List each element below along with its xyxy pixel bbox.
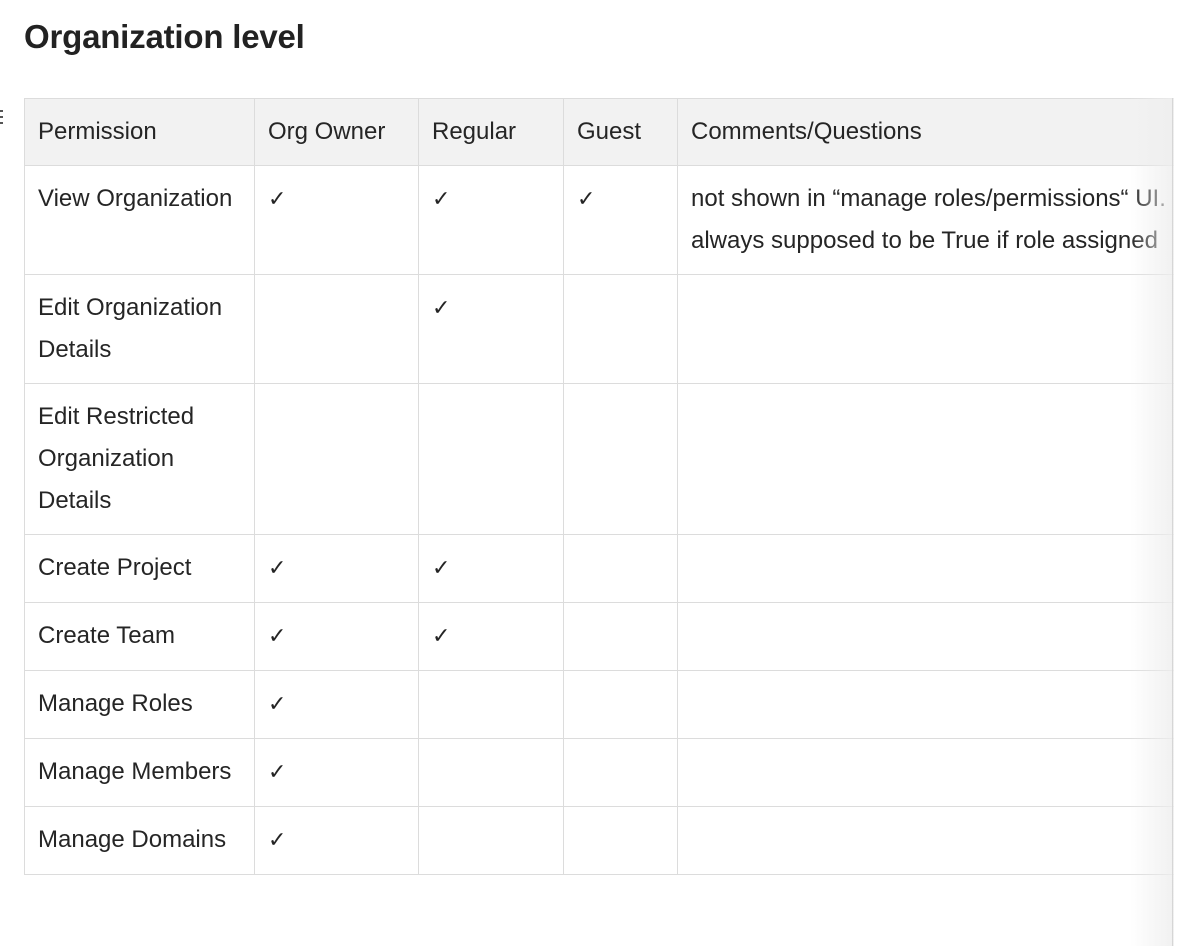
cell-regular[interactable]: ✓ <box>418 274 564 384</box>
cell-guest[interactable] <box>563 738 678 807</box>
cell-regular[interactable] <box>418 670 564 739</box>
column-header-comments[interactable]: Comments/Questions <box>677 98 1174 166</box>
cell-regular[interactable]: ✓ <box>418 602 564 671</box>
check-icon: ✓ <box>268 624 287 649</box>
check-icon: ✓ <box>577 187 596 212</box>
cell-permission[interactable]: Edit Restricted Organization Details <box>24 383 255 535</box>
cell-org-owner[interactable]: ✓ <box>254 738 419 807</box>
cell-org-owner[interactable] <box>254 383 419 535</box>
check-icon: ✓ <box>268 692 287 717</box>
cell-regular[interactable] <box>418 383 564 535</box>
cell-regular[interactable] <box>418 806 564 875</box>
page: Organization level Permission Org Owner … <box>0 0 1200 946</box>
table-header-row: Permission Org Owner Regular Guest Comme… <box>24 98 1174 166</box>
cell-guest[interactable] <box>563 383 678 535</box>
cell-regular[interactable]: ✓ <box>418 165 564 275</box>
cell-guest[interactable]: ✓ <box>563 165 678 275</box>
drag-handle-icon[interactable] <box>0 110 3 124</box>
check-icon: ✓ <box>432 296 451 321</box>
column-header-permission[interactable]: Permission <box>24 98 255 166</box>
table-row: Manage Roles ✓ <box>24 670 1174 739</box>
cell-org-owner[interactable]: ✓ <box>254 670 419 739</box>
table-right-edge-divider <box>1172 98 1173 946</box>
permissions-table-container[interactable]: Permission Org Owner Regular Guest Comme… <box>24 98 1174 946</box>
cell-org-owner[interactable]: ✓ <box>254 165 419 275</box>
cell-comments[interactable]: not shown in “manage roles/permissions“ … <box>677 165 1174 275</box>
cell-guest[interactable] <box>563 534 678 603</box>
cell-permission[interactable]: Create Team <box>24 602 255 671</box>
permissions-table: Permission Org Owner Regular Guest Comme… <box>24 98 1174 875</box>
cell-comments[interactable] <box>677 806 1174 875</box>
column-header-guest[interactable]: Guest <box>563 98 678 166</box>
cell-org-owner[interactable]: ✓ <box>254 602 419 671</box>
cell-permission[interactable]: View Organization <box>24 165 255 275</box>
table-row: View Organization ✓ ✓ ✓ not shown in “ma… <box>24 165 1174 275</box>
cell-org-owner[interactable]: ✓ <box>254 534 419 603</box>
column-header-org-owner[interactable]: Org Owner <box>254 98 419 166</box>
table-row: Create Project ✓ ✓ <box>24 534 1174 603</box>
cell-guest[interactable] <box>563 274 678 384</box>
table-row: Edit Organization Details ✓ <box>24 274 1174 384</box>
cell-comments[interactable] <box>677 738 1174 807</box>
table-row: Manage Domains ✓ <box>24 806 1174 875</box>
check-icon: ✓ <box>432 624 451 649</box>
column-header-regular[interactable]: Regular <box>418 98 564 166</box>
cell-org-owner[interactable]: ✓ <box>254 806 419 875</box>
cell-comments[interactable] <box>677 534 1174 603</box>
check-icon: ✓ <box>268 556 287 581</box>
cell-regular[interactable]: ✓ <box>418 534 564 603</box>
cell-regular[interactable] <box>418 738 564 807</box>
cell-org-owner[interactable] <box>254 274 419 384</box>
check-icon: ✓ <box>268 760 287 785</box>
section-heading: Organization level <box>24 18 305 55</box>
cell-permission[interactable]: Manage Domains <box>24 806 255 875</box>
check-icon: ✓ <box>432 556 451 581</box>
cell-guest[interactable] <box>563 806 678 875</box>
check-icon: ✓ <box>268 828 287 853</box>
cell-permission[interactable]: Manage Roles <box>24 670 255 739</box>
cell-guest[interactable] <box>563 670 678 739</box>
cell-guest[interactable] <box>563 602 678 671</box>
cell-permission[interactable]: Edit Organization Details <box>24 274 255 384</box>
check-icon: ✓ <box>432 187 451 212</box>
cell-comments[interactable] <box>677 274 1174 384</box>
table-row: Edit Restricted Organization Details <box>24 383 1174 535</box>
cell-permission[interactable]: Manage Members <box>24 738 255 807</box>
cell-permission[interactable]: Create Project <box>24 534 255 603</box>
cell-comments[interactable] <box>677 602 1174 671</box>
check-icon: ✓ <box>268 187 287 212</box>
cell-comments[interactable] <box>677 670 1174 739</box>
table-row: Create Team ✓ ✓ <box>24 602 1174 671</box>
cell-comments[interactable] <box>677 383 1174 535</box>
table-row: Manage Members ✓ <box>24 738 1174 807</box>
